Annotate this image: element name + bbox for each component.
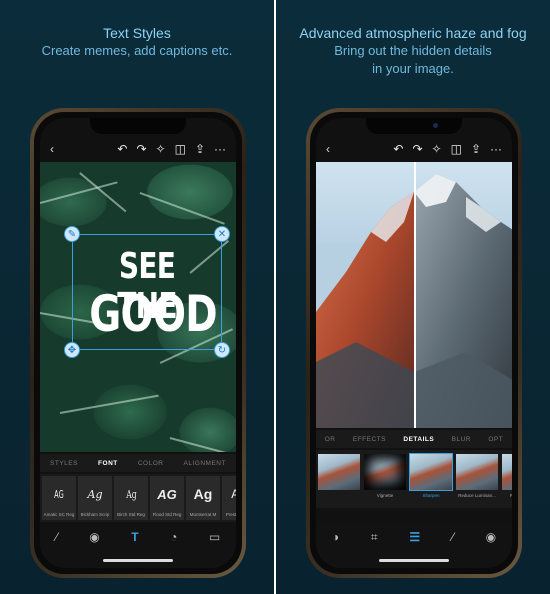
phone-screen: ‹ ↶ ↷ ✧ ◫ ⇪ ··· xyxy=(40,118,236,568)
leaf-photo-canvas[interactable]: SEE THE GOOD ✎ ✕ ✥ ↻ xyxy=(40,162,236,452)
rotate-text-handle[interactable]: ↻ xyxy=(214,342,230,358)
tab-blur[interactable]: BLUR xyxy=(452,436,471,443)
tab-details[interactable]: DETAILS xyxy=(403,436,434,443)
font-tile[interactable]: Ag Bickham Scrip xyxy=(78,476,112,520)
effect-tile-reduce-color[interactable]: Reduce Colo xyxy=(502,454,512,504)
tab-color[interactable]: COLOR xyxy=(138,460,164,467)
left-caption: Text Styles Create memes, add captions e… xyxy=(0,24,274,60)
caption-subtitle: Create memes, add captions etc. xyxy=(41,43,233,58)
notch xyxy=(366,118,462,134)
tab-font[interactable]: FONT xyxy=(98,460,118,467)
more-icon[interactable]: ··· xyxy=(490,142,502,156)
caption-subtitle-line-1: Bring out the hidden details xyxy=(334,43,492,58)
compare-icon[interactable]: ◫ xyxy=(175,142,186,156)
adjust-tabs: OR EFFECTS DETAILS BLUR OPT xyxy=(316,430,512,448)
bottom-toolbar: ◑ ⌗ ☰ ⁄ ◉ xyxy=(316,522,512,568)
phone-frame: ‹ ↶ ↷ ✧ ◫ ⇪ ··· xyxy=(306,108,522,578)
mountain-photo-canvas[interactable] xyxy=(316,162,512,428)
compare-split-line[interactable] xyxy=(414,162,416,428)
undo-icon[interactable]: ↶ xyxy=(393,142,403,156)
redo-icon[interactable]: ↷ xyxy=(136,142,146,156)
text-tabs: STYLES FONT COLOR ALIGNMENT xyxy=(40,454,236,472)
font-list: AG Amatic SC Reg Ag Bickham Scrip Ag Birch … xyxy=(40,474,236,524)
phone-screen: ‹ ↶ ↷ ✧ ◫ ⇪ ··· xyxy=(316,118,512,568)
font-tile[interactable]: Ag Montserrat M xyxy=(186,476,220,520)
caption-title: Text Styles xyxy=(103,25,171,41)
caption-title: Advanced atmospheric haze and fog xyxy=(299,25,527,41)
redo-icon[interactable]: ↷ xyxy=(412,142,422,156)
caption-subtitle-line-2: in your image. xyxy=(372,61,454,76)
effect-tile-sharpen[interactable]: Sharpen xyxy=(409,453,453,504)
tab-optics[interactable]: OPT xyxy=(488,436,503,443)
share-icon[interactable]: ⇪ xyxy=(471,142,481,156)
effect-tile-vignette[interactable]: Vignette xyxy=(364,454,406,504)
text-bounding-box[interactable]: SEE THE GOOD ✎ ✕ ✥ ↻ xyxy=(64,226,230,358)
healing-bandage-icon[interactable]: ⁄ xyxy=(56,530,58,544)
tab-effects[interactable]: EFFECTS xyxy=(353,436,386,443)
move-text-handle[interactable]: ✥ xyxy=(64,342,80,358)
editor-topbar: ‹ ↶ ↷ ✧ ◫ ⇪ ··· xyxy=(316,136,512,162)
editor-topbar: ‹ ↶ ↷ ✧ ◫ ⇪ ··· xyxy=(40,136,236,162)
left-promo-panel: Text Styles Create memes, add captions e… xyxy=(0,0,274,594)
crop-icon[interactable]: ⌗ xyxy=(371,530,378,545)
notch xyxy=(90,118,186,134)
overlay-text-line-2: GOOD xyxy=(89,285,217,343)
effect-tile-reduce-luminance[interactable]: Reduce Luminan... xyxy=(456,454,498,504)
more-icon[interactable]: ··· xyxy=(214,142,226,156)
home-indicator xyxy=(103,559,173,562)
undo-icon[interactable]: ↶ xyxy=(117,142,127,156)
frame-icon[interactable]: ▭ xyxy=(209,530,220,544)
eye-icon[interactable]: ◉ xyxy=(89,530,99,544)
font-tile[interactable]: AG Flood Std Reg xyxy=(150,476,184,520)
back-icon[interactable]: ‹ xyxy=(326,142,330,156)
back-icon[interactable]: ‹ xyxy=(50,142,54,156)
delete-text-handle[interactable]: ✕ xyxy=(214,226,230,242)
home-indicator xyxy=(379,559,449,562)
magic-wand-icon[interactable]: ✧ xyxy=(432,142,442,156)
font-tile[interactable]: AgPrestige Elite xyxy=(222,476,236,520)
font-tile[interactable]: Ag Birch Std Reg xyxy=(114,476,148,520)
magic-wand-icon[interactable]: ✧ xyxy=(156,142,166,156)
looks-icon[interactable]: ◑ xyxy=(332,530,339,544)
effect-tile[interactable] xyxy=(318,454,360,504)
eye-icon[interactable]: ◉ xyxy=(486,530,496,544)
text-tool-icon[interactable]: T xyxy=(131,530,138,544)
tab-alignment[interactable]: ALIGNMENT xyxy=(184,460,226,467)
tab-styles[interactable]: STYLES xyxy=(50,460,78,467)
healing-bandage-icon[interactable]: ⁄ xyxy=(452,530,454,544)
bottom-toolbar: ⁄ ◉ T ◔ ▭ xyxy=(40,522,236,568)
adjust-sliders-icon[interactable]: ☰ xyxy=(409,530,420,544)
share-icon[interactable]: ⇪ xyxy=(195,142,205,156)
right-caption: Advanced atmospheric haze and fog Bring … xyxy=(276,24,550,78)
effects-list: Vignette Sharpen Reduce Luminan... Reduc… xyxy=(316,450,512,508)
edit-text-handle[interactable]: ✎ xyxy=(64,226,80,242)
phone-frame: ‹ ↶ ↷ ✧ ◫ ⇪ ··· xyxy=(30,108,246,578)
right-promo-panel: Advanced atmospheric haze and fog Bring … xyxy=(276,0,550,594)
tab-color[interactable]: OR xyxy=(325,436,336,443)
compare-icon[interactable]: ◫ xyxy=(451,142,462,156)
sticker-icon[interactable]: ◔ xyxy=(170,530,177,544)
font-tile[interactable]: AG Amatic SC Reg xyxy=(42,476,76,520)
